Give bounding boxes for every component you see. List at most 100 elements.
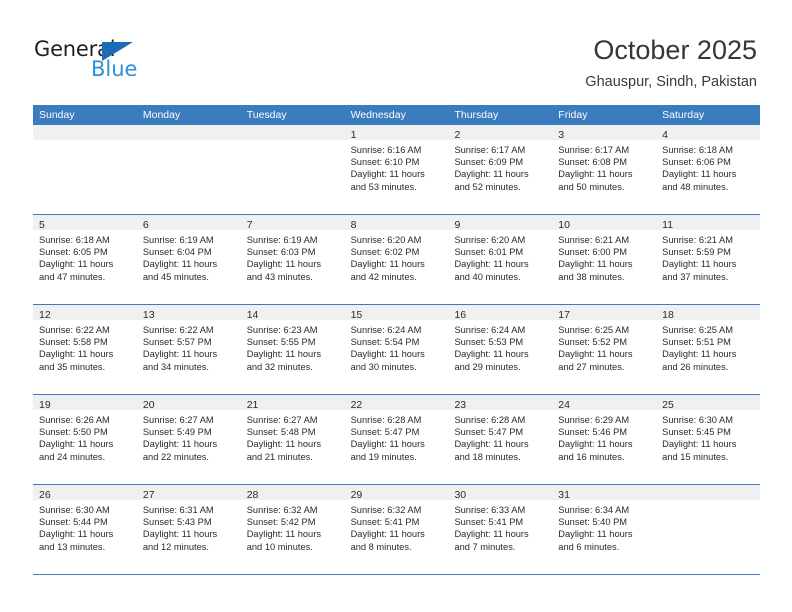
day-cell-27[interactable]: 27 Sunrise: 6:31 AM Sunset: 5:43 PM Dayligh…	[136, 485, 241, 574]
day-number: 22	[350, 399, 363, 411]
day-cell-29[interactable]: 29 Sunrise: 6:32 AM Sunset: 5:41 PM Dayligh…	[344, 485, 449, 574]
day-cell-18[interactable]: 18 Sunrise: 6:25 AM Sunset: 5:51 PM Dayligh…	[656, 305, 761, 394]
day-number: 9	[454, 219, 461, 231]
day-number-band: 28	[240, 485, 345, 501]
day-info-line: Sunset: 5:49 PM	[142, 427, 212, 438]
day-info-line: and 53 minutes.	[350, 181, 417, 192]
day-number-band: 16	[448, 305, 553, 321]
day-info-line: and 45 minutes.	[142, 271, 210, 282]
day-number-band: 19	[33, 395, 137, 411]
day-number-band: 31	[552, 485, 657, 501]
day-number: 19	[39, 399, 51, 411]
day-cell-15[interactable]: 15 Sunrise: 6:24 AM Sunset: 5:54 PM Dayligh…	[344, 305, 449, 394]
day-info-line: and 48 minutes.	[662, 181, 729, 192]
day-cell-empty	[656, 485, 761, 574]
day-cell-empty	[136, 125, 241, 214]
day-info-line: Sunset: 5:55 PM	[246, 337, 316, 348]
day-info-line: Daylight: 11 hours	[454, 259, 529, 270]
day-info-line: Daylight: 11 hours	[662, 259, 737, 270]
day-info-line: Sunset: 5:45 PM	[662, 427, 731, 438]
day-number: 25	[662, 399, 674, 411]
logo-text-blue: Blue	[91, 57, 138, 81]
day-cell-22[interactable]: 22 Sunrise: 6:28 AM Sunset: 5:47 PM Dayligh…	[344, 395, 449, 484]
day-sun-info: Sunrise: 6:27 AM Sunset: 5:48 PM Daylight:…	[241, 410, 345, 463]
day-cell-31[interactable]: 31 Sunrise: 6:34 AM Sunset: 5:40 PM Dayligh…	[552, 485, 657, 574]
day-cell-11[interactable]: 11 Sunrise: 6:21 AM Sunset: 5:59 PM Dayligh…	[656, 215, 761, 304]
day-cell-2[interactable]: 2 Sunrise: 6:17 AM Sunset: 6:09 PM Daylight…	[448, 125, 553, 214]
day-info-line: Sunset: 5:47 PM	[454, 427, 524, 438]
day-number-band: 5	[33, 215, 137, 231]
day-cell-30[interactable]: 30 Sunrise: 6:33 AM Sunset: 5:41 PM Dayligh…	[448, 485, 553, 574]
day-sun-info: Sunrise: 6:32 AM Sunset: 5:42 PM Daylight:…	[241, 500, 345, 553]
day-cell-24[interactable]: 24 Sunrise: 6:29 AM Sunset: 5:46 PM Dayligh…	[552, 395, 657, 484]
day-info-line: Sunset: 5:47 PM	[350, 427, 420, 438]
day-info-line: and 16 minutes.	[558, 451, 625, 462]
day-sun-info: Sunrise: 6:26 AM Sunset: 5:50 PM Daylight:…	[33, 410, 137, 463]
day-cell-23[interactable]: 23 Sunrise: 6:28 AM Sunset: 5:47 PM Dayligh…	[448, 395, 553, 484]
day-info-line: Sunset: 6:01 PM	[454, 247, 524, 258]
day-info-line: Sunrise: 6:17 AM	[454, 145, 526, 155]
day-info-line: Daylight: 11 hours	[454, 349, 529, 360]
day-cell-10[interactable]: 10 Sunrise: 6:21 AM Sunset: 6:00 PM Dayligh…	[552, 215, 657, 304]
day-info-line: Sunset: 6:10 PM	[350, 157, 420, 168]
day-sun-info: Sunrise: 6:16 AM Sunset: 6:10 PM Daylight:…	[345, 140, 449, 193]
day-cell-3[interactable]: 3 Sunrise: 6:17 AM Sunset: 6:08 PM Daylight…	[552, 125, 657, 214]
day-cell-25[interactable]: 25 Sunrise: 6:30 AM Sunset: 5:45 PM Dayligh…	[656, 395, 761, 484]
day-number: 26	[39, 489, 51, 501]
day-number: 5	[39, 219, 45, 231]
day-info-line: Daylight: 11 hours	[350, 439, 425, 450]
day-number: 1	[350, 129, 357, 141]
day-info-line: Sunrise: 6:20 AM	[454, 235, 526, 245]
day-number: 2	[454, 129, 461, 141]
day-cell-1[interactable]: 1 Sunrise: 6:16 AM Sunset: 6:10 PM Daylight…	[344, 125, 449, 214]
day-info-line: Daylight: 11 hours	[454, 169, 529, 180]
day-cell-6[interactable]: 6 Sunrise: 6:19 AM Sunset: 6:04 PM Daylight…	[136, 215, 241, 304]
day-number-band: 1	[344, 125, 449, 141]
day-cell-16[interactable]: 16 Sunrise: 6:24 AM Sunset: 5:53 PM Dayligh…	[448, 305, 553, 394]
day-info-line: and 22 minutes.	[142, 451, 210, 462]
day-number: 8	[350, 219, 357, 231]
day-info-line: Daylight: 11 hours	[662, 439, 737, 450]
day-cell-20[interactable]: 20 Sunrise: 6:27 AM Sunset: 5:49 PM Dayligh…	[136, 395, 241, 484]
day-info-line: and 15 minutes.	[662, 451, 729, 462]
day-cell-17[interactable]: 17 Sunrise: 6:25 AM Sunset: 5:52 PM Dayligh…	[552, 305, 657, 394]
day-cell-12[interactable]: 12 Sunrise: 6:22 AM Sunset: 5:58 PM Dayligh…	[33, 305, 137, 394]
day-number: 21	[246, 399, 259, 411]
day-number-band: 4	[656, 125, 761, 141]
day-info-line: and 7 minutes.	[454, 541, 516, 552]
day-info-line: Sunrise: 6:28 AM	[454, 415, 526, 425]
day-info-line: Sunrise: 6:22 AM	[39, 325, 110, 335]
day-cell-19[interactable]: 19 Sunrise: 6:26 AM Sunset: 5:50 PM Dayligh…	[33, 395, 137, 484]
day-cell-4[interactable]: 4 Sunrise: 6:18 AM Sunset: 6:06 PM Daylight…	[656, 125, 761, 214]
day-cell-26[interactable]: 26 Sunrise: 6:30 AM Sunset: 5:44 PM Dayligh…	[33, 485, 137, 574]
day-number: 7	[246, 219, 253, 231]
day-cell-14[interactable]: 14 Sunrise: 6:23 AM Sunset: 5:55 PM Dayligh…	[240, 305, 345, 394]
day-info-line: Sunrise: 6:27 AM	[142, 415, 214, 425]
calendar-grid: Sunday Monday Tuesday Wednesday Thursday Frid…	[33, 105, 761, 575]
day-info-line: Daylight: 11 hours	[558, 349, 633, 360]
day-number: 27	[142, 489, 155, 501]
day-cell-28[interactable]: 28 Sunrise: 6:32 AM Sunset: 5:42 PM Dayligh…	[240, 485, 345, 574]
day-info-line: Sunrise: 6:18 AM	[662, 145, 733, 155]
day-info-line: and 27 minutes.	[558, 361, 625, 372]
day-cell-21[interactable]: 21 Sunrise: 6:27 AM Sunset: 5:48 PM Dayligh…	[240, 395, 345, 484]
day-info-line: Daylight: 11 hours	[246, 259, 321, 270]
day-sun-info: Sunrise: 6:19 AM Sunset: 6:04 PM Daylight:…	[137, 230, 241, 283]
day-cell-5[interactable]: 5 Sunrise: 6:18 AM Sunset: 6:05 PM Daylight…	[33, 215, 137, 304]
day-number-band: 15	[344, 305, 449, 321]
day-info-line: Daylight: 11 hours	[39, 529, 114, 540]
day-sun-info: Sunrise: 6:24 AM Sunset: 5:53 PM Daylight:…	[448, 320, 552, 373]
day-sun-info: Sunrise: 6:17 AM Sunset: 6:09 PM Daylight:…	[448, 140, 552, 193]
day-sun-info: Sunrise: 6:31 AM Sunset: 5:43 PM Daylight:…	[137, 500, 241, 553]
weekday-header-monday: Monday	[142, 109, 181, 121]
day-info-line: and 52 minutes.	[454, 181, 521, 192]
day-cell-9[interactable]: 9 Sunrise: 6:20 AM Sunset: 6:01 PM Daylight…	[448, 215, 553, 304]
day-number: 29	[350, 489, 363, 501]
day-sun-info: Sunrise: 6:17 AM Sunset: 6:08 PM Daylight:…	[552, 140, 656, 193]
day-sun-info: Sunrise: 6:27 AM Sunset: 5:49 PM Daylight:…	[137, 410, 241, 463]
day-cell-8[interactable]: 8 Sunrise: 6:20 AM Sunset: 6:02 PM Daylight…	[344, 215, 449, 304]
day-number-band: 17	[552, 305, 657, 321]
day-cell-7[interactable]: 7 Sunrise: 6:19 AM Sunset: 6:03 PM Daylight…	[240, 215, 345, 304]
day-cell-13[interactable]: 13 Sunrise: 6:22 AM Sunset: 5:57 PM Dayligh…	[136, 305, 241, 394]
day-number: 11	[662, 219, 674, 231]
